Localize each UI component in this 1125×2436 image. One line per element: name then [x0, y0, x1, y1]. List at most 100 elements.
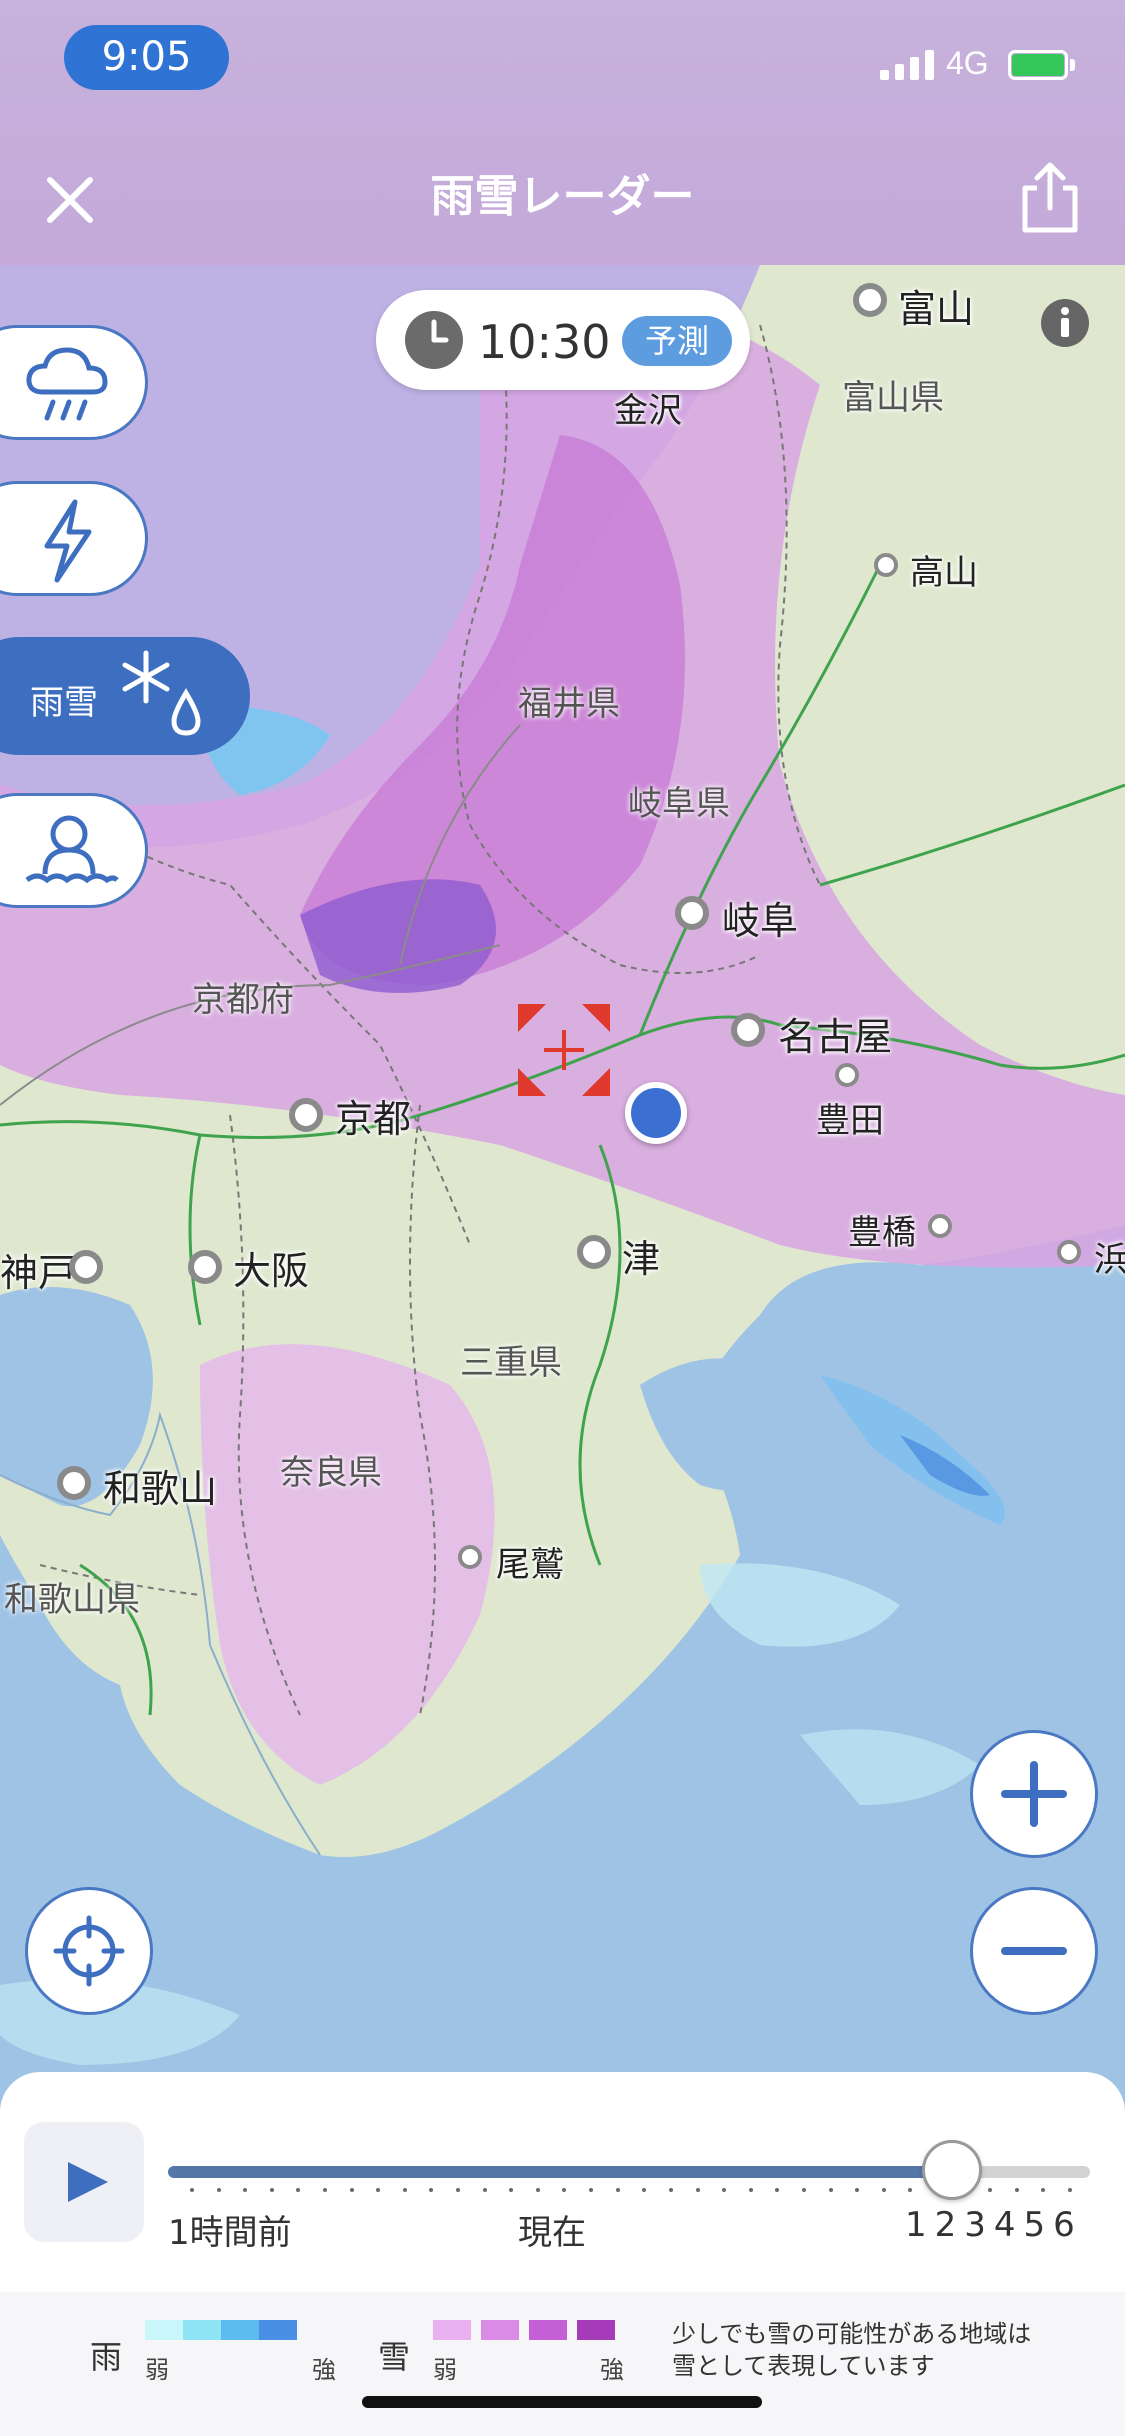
info-icon[interactable] — [1040, 298, 1090, 348]
layer-snowman-button[interactable] — [0, 793, 148, 908]
locate-me-button[interactable] — [25, 1887, 153, 2015]
legend-note-line1: 少しでも雪の可能性がある地域は — [672, 2320, 1032, 2348]
play-icon — [68, 2162, 108, 2202]
timeline-thumb[interactable] — [921, 2140, 982, 2200]
cloud-rain-icon — [26, 347, 108, 421]
pref-label-fukui: 福井県 — [518, 684, 620, 724]
city-label-gifu: 岐阜 — [722, 899, 799, 943]
pref-label-wakayama: 和歌山県 — [4, 1580, 140, 1620]
pref-label-nara: 奈良県 — [280, 1453, 382, 1493]
timeline-tick — [216, 2188, 221, 2192]
timeline-tick — [269, 2188, 274, 2192]
snowflake-drop-icon — [122, 650, 201, 736]
city-dot-hama — [1057, 1240, 1081, 1264]
legend-rain-swatch-1 — [145, 2320, 183, 2340]
pref-label-toyama: 富山県 — [842, 378, 944, 418]
radar-map[interactable] — [0, 265, 1125, 2075]
timeline-tick — [1014, 2188, 1019, 2192]
city-dot-nagoya — [731, 1013, 765, 1047]
city-label-kanazawa: 金沢 — [614, 391, 682, 431]
timeline-label-now: 現在 — [518, 2213, 586, 2253]
crosshair-icon — [518, 1004, 610, 1096]
timeline-label-past: 1時間前 — [168, 2213, 292, 2253]
snowman-icon — [25, 815, 119, 884]
minus-icon — [1001, 1947, 1067, 1955]
city-dot-takayama — [874, 553, 898, 577]
legend-rain-strong: 強 — [312, 2356, 336, 2384]
timeline-tick — [482, 2188, 487, 2192]
plus-icon — [1001, 1761, 1067, 1827]
city-label-toyota: 豊田 — [816, 1101, 884, 1141]
timeline-tick — [668, 2188, 673, 2192]
timeline-tick — [323, 2188, 328, 2192]
timeline-tick — [695, 2188, 700, 2192]
legend-snow-swatch-3 — [529, 2320, 567, 2340]
status-time: 9:05 — [64, 25, 229, 90]
city-dot-gifu — [675, 896, 709, 930]
city-dot-kobe — [69, 1250, 103, 1284]
play-button[interactable] — [24, 2122, 144, 2242]
timeline-track-elapsed[interactable] — [168, 2166, 952, 2178]
clock-icon — [405, 311, 463, 369]
pref-label-gifu: 岐阜県 — [628, 784, 730, 824]
city-dot-toyama — [853, 283, 887, 317]
city-label-toyama: 富山 — [898, 287, 975, 331]
home-indicator — [362, 2396, 762, 2408]
timeline-tick — [190, 2188, 194, 2192]
city-dot-wakayama — [57, 1466, 91, 1500]
zoom-out-button[interactable] — [970, 1887, 1098, 2015]
timeline-tick — [801, 2188, 806, 2192]
legend-rain-weak: 弱 — [145, 2356, 169, 2384]
city-dot-toyohashi — [928, 1214, 952, 1238]
network-type: 4G — [946, 45, 989, 81]
forecast-badge: 予測 — [622, 316, 732, 366]
pref-label-mie: 三重県 — [460, 1343, 562, 1383]
city-label-kyoto: 京都 — [335, 1097, 412, 1141]
legend-snow-label: 雪 — [378, 2338, 411, 2376]
city-label-nagoya: 名古屋 — [778, 1015, 893, 1059]
legend-note: 少しでも雪の可能性がある地域は 雪として表現しています — [672, 2318, 1102, 2382]
city-dot-owase — [458, 1545, 482, 1569]
timeline-tick — [881, 2188, 886, 2192]
legend-rain-swatch-2 — [183, 2320, 221, 2340]
timeline-tick — [615, 2188, 620, 2192]
battery-tip — [1070, 59, 1075, 71]
timeline-tick — [402, 2188, 407, 2192]
pref-label-kyoto: 京都府 — [192, 980, 294, 1020]
city-label-owase: 尾鷲 — [496, 1545, 564, 1585]
city-label-toyohashi: 豊橋 — [848, 1213, 916, 1253]
timeline-tick — [535, 2188, 540, 2192]
legend-snow-swatch-1 — [433, 2320, 471, 2340]
legend-rain-swatch-4 — [259, 2320, 297, 2340]
legend-rain-label: 雨 — [90, 2338, 123, 2376]
timeline-label-future: 123456 — [905, 2205, 1083, 2245]
city-label-kobe: 神戸 — [0, 1251, 77, 1295]
timeline-tick — [748, 2188, 753, 2192]
legend-snow-swatch-4 — [577, 2320, 615, 2340]
legend-snow-swatch-2 — [481, 2320, 519, 2340]
legend-snow-weak: 弱 — [433, 2356, 457, 2384]
page-title: 雨雪レーダー — [430, 171, 695, 222]
layer-snowrain-label: 雨雪 — [30, 683, 98, 723]
timeline-tick — [828, 2188, 833, 2192]
forecast-time: 10:30 — [478, 315, 611, 369]
city-dot-toyota — [835, 1063, 859, 1087]
legend-note-line2: 雪として表現しています — [672, 2352, 935, 2380]
signal-icon — [880, 50, 934, 80]
layer-lightning-button[interactable] — [0, 481, 148, 596]
city-label-tsu: 津 — [622, 1237, 661, 1281]
zoom-in-button[interactable] — [970, 1730, 1098, 1858]
city-label-osaka: 大阪 — [233, 1249, 310, 1293]
timeline-tick — [1068, 2188, 1072, 2192]
legend-snow-strong: 強 — [600, 2356, 624, 2384]
city-label-takayama: 高山 — [910, 553, 978, 593]
city-dot-tsu — [577, 1235, 611, 1269]
lightning-icon — [44, 499, 92, 583]
share-icon[interactable] — [1015, 160, 1085, 235]
layer-rain-button[interactable] — [0, 325, 148, 440]
city-dot-kyoto — [289, 1098, 323, 1132]
current-location-marker — [625, 1082, 687, 1144]
timeline-tick — [349, 2188, 354, 2192]
battery-level — [1012, 54, 1064, 76]
target-icon — [53, 1915, 125, 1987]
